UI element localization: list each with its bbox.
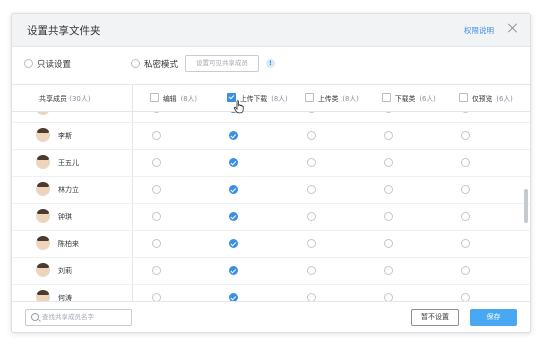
member-name: 钟琪 [58,213,72,221]
member-search-input[interactable] [42,312,126,322]
permission-radio[interactable] [384,239,393,248]
permission-radio[interactable] [384,158,393,167]
avatar [36,263,50,277]
permission-radio[interactable] [229,185,238,194]
avatar [36,155,50,169]
table-row: 刘莉 [12,257,530,285]
readonly-radio[interactable] [24,59,33,68]
member-name: 王五儿 [58,159,79,167]
table-row: 林力立 [12,176,530,204]
permission-radio[interactable] [307,266,316,275]
permission-radio[interactable] [384,131,393,140]
permission-radio[interactable] [229,131,238,140]
dialog-header: 设置共享文件夹 权限说明 [12,14,530,47]
column-select-all-checkbox[interactable] [305,93,314,102]
column-label: 下载类 (6人) [395,93,436,103]
permission-radio[interactable] [307,112,316,113]
member-rows: 张三李斯王五儿林力立钟琪陈柏来刘莉何涛 [12,112,530,302]
private-mode-label: 私密模式 [144,60,179,70]
permission-radio[interactable] [307,158,316,167]
member-name: 李斯 [58,132,72,140]
permission-radio[interactable] [229,158,238,167]
dialog-footer: 暂不设置 保存 [12,301,530,332]
members-header-label: 共享成员 [39,95,67,103]
avatar [36,128,50,142]
permission-radio[interactable] [461,266,470,275]
member-name: 刘莉 [58,267,72,275]
permission-radio[interactable] [461,185,470,194]
column-count: (8人) [180,95,198,103]
permission-radio[interactable] [152,212,161,221]
column-select-all-checkbox[interactable] [150,93,159,102]
hand-cursor-icon [233,100,244,114]
permission-radio[interactable] [384,266,393,275]
permission-radio[interactable] [461,239,470,248]
permission-radio[interactable] [384,185,393,194]
permission-radio[interactable] [152,112,161,113]
private-mode-radio[interactable] [131,59,140,68]
column-count: (6人) [419,95,436,103]
permission-radio[interactable] [461,158,470,167]
members-column-header: 共享成员 (30人) [39,94,91,104]
permission-radio[interactable] [307,239,316,248]
permission-radio[interactable] [229,239,238,248]
permission-radio[interactable] [152,158,161,167]
member-permission-table: 共享成员 (30人) 编辑 (8人) 上传下载 (8人) 上传类 (8人) 下载类 (6人) 仅… [12,84,530,302]
permission-radio[interactable] [152,266,161,275]
permission-radio[interactable] [152,185,161,194]
permission-radio[interactable] [461,212,470,221]
save-button[interactable]: 保存 [470,309,517,326]
avatar [36,236,50,250]
visible-members-button[interactable]: 设置可见共享成员 [185,55,259,72]
column-label: 仅预览 (6人) [472,93,513,103]
member-name: 林力立 [58,186,79,194]
column-title: 仅预览 [472,95,493,103]
search-icon [31,313,39,321]
permission-radio[interactable] [229,212,238,221]
table-row: 王五儿 [12,149,530,177]
permission-radio[interactable] [384,112,393,113]
permission-radio[interactable] [384,212,393,221]
column-label: 上传类 (8人) [318,93,359,103]
table-header: 共享成员 (30人) 编辑 (8人) 上传下载 (8人) 上传类 (8人) 下载类 (6人) 仅… [12,85,530,112]
readonly-label: 只读设置 [37,60,72,70]
permission-radio[interactable] [461,131,470,140]
scrollbar[interactable] [524,189,528,223]
column-select-all-checkbox[interactable] [459,93,468,102]
column-label: 上传下载 (8人) [240,93,288,103]
column-select-all-checkbox[interactable] [382,93,391,102]
permission-radio[interactable] [229,266,238,275]
column-count: (6人) [496,95,513,103]
table-row: 李斯 [12,122,530,150]
avatar [36,209,50,223]
share-folder-dialog: 设置共享文件夹 权限说明 只读设置 私密模式 设置可见共享成员 ! 共享成员 (… [11,13,531,333]
member-name: 陈柏来 [58,240,79,248]
cancel-button[interactable]: 暂不设置 [411,309,459,326]
options-bar: 只读设置 私密模式 设置可见共享成员 ! [12,47,530,77]
member-search-box[interactable] [25,309,132,326]
permission-radio[interactable] [307,212,316,221]
dialog-title: 设置共享文件夹 [27,25,101,37]
table-row: 陈柏来 [12,230,530,258]
permission-radio[interactable] [307,131,316,140]
permission-radio[interactable] [152,239,161,248]
permission-radio[interactable] [461,112,470,113]
column-title: 上传类 [318,95,339,103]
avatar [36,182,50,196]
table-row: 钟琪 [12,203,530,231]
close-icon[interactable] [507,22,519,34]
member-name: 张三 [58,112,72,114]
avatar [36,112,50,115]
permission-radio[interactable] [152,131,161,140]
permission-radio[interactable] [307,185,316,194]
column-label: 编辑 (8人) [163,93,197,103]
column-count: (8人) [342,95,359,103]
column-title: 下载类 [395,95,416,103]
permission-help-link[interactable]: 权限说明 [464,25,494,36]
members-count: (30人) [69,95,91,103]
column-count: (8人) [271,95,288,103]
table-row: 何涛 [12,284,530,302]
column-title: 编辑 [163,95,177,103]
info-icon[interactable]: ! [266,59,275,68]
